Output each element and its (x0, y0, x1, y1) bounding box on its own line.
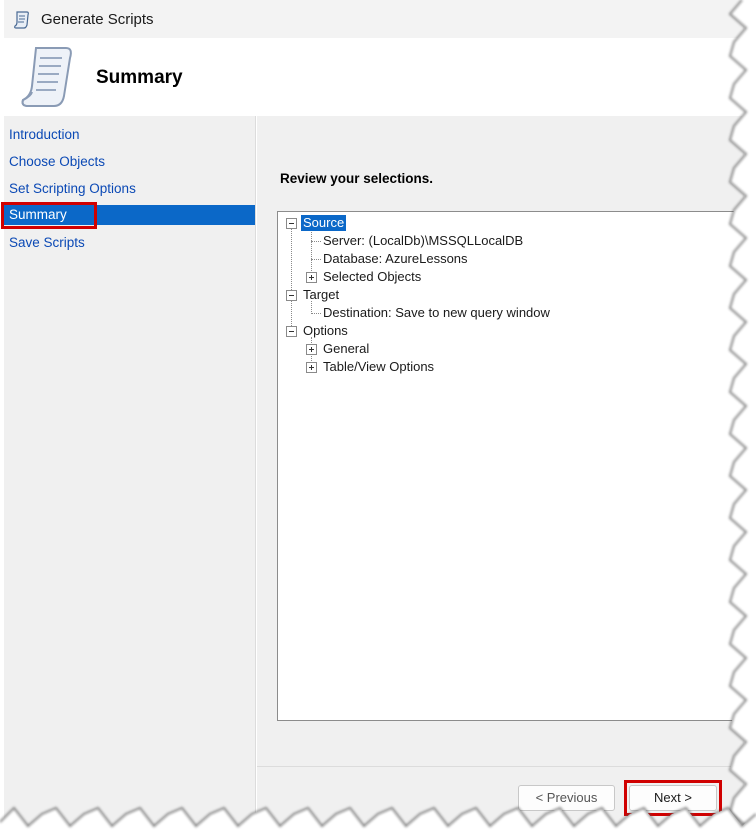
scroll-icon (14, 11, 29, 29)
tree-node-source[interactable]: Source (301, 215, 347, 231)
tree-connector (311, 313, 321, 314)
selection-tree[interactable]: Source Server: (LocalDb)\MSSQLLocalDB Da… (277, 211, 744, 721)
sidebar-item-introduction[interactable]: Introduction (4, 125, 255, 145)
sidebar-item-save-scripts[interactable]: Save Scripts (4, 233, 255, 253)
tree-node-target[interactable]: Target (301, 287, 341, 303)
sidebar-item-set-scripting-options[interactable]: Set Scripting Options (4, 179, 255, 199)
tree-node-table-view-options[interactable]: Table/View Options (321, 359, 436, 375)
tree-connector (291, 228, 292, 334)
highlight-box (1, 202, 97, 229)
sidebar-item-choose-objects[interactable]: Choose Objects (4, 152, 255, 172)
wizard-sidebar: Introduction Choose Objects Set Scriptin… (1, 116, 256, 828)
tree-node-general[interactable]: General (321, 341, 371, 357)
collapse-icon[interactable] (286, 290, 297, 301)
expand-icon[interactable] (306, 362, 317, 373)
tree-node-options[interactable]: Options (301, 323, 350, 339)
title-bar: Generate Scripts (4, 0, 744, 38)
collapse-icon[interactable] (286, 218, 297, 229)
collapse-icon[interactable] (286, 326, 297, 337)
expand-icon[interactable] (306, 272, 317, 283)
expand-icon[interactable] (306, 344, 317, 355)
window-title: Generate Scripts (41, 11, 154, 28)
tree-node-server[interactable]: Server: (LocalDb)\MSSQLLocalDB (321, 233, 525, 249)
next-button[interactable]: Next > (629, 785, 717, 811)
tree-connector (311, 259, 321, 260)
wizard-footer: < Previous Next > (257, 766, 744, 828)
tree-node-database[interactable]: Database: AzureLessons (321, 251, 470, 267)
tree-node-destination[interactable]: Destination: Save to new query window (321, 305, 552, 321)
main-panel: Review your selections. Source Server: (… (257, 116, 744, 828)
previous-button[interactable]: < Previous (518, 785, 615, 811)
wizard-header: Summary (4, 38, 744, 116)
page-title: Summary (96, 67, 183, 88)
tree-node-selected-objects[interactable]: Selected Objects (321, 269, 423, 285)
instruction-text: Review your selections. (280, 171, 434, 186)
tree-connector (311, 241, 321, 242)
sidebar-item-summary[interactable]: Summary (1, 202, 255, 229)
scroll-icon (21, 47, 72, 107)
tree-connector (311, 230, 312, 277)
